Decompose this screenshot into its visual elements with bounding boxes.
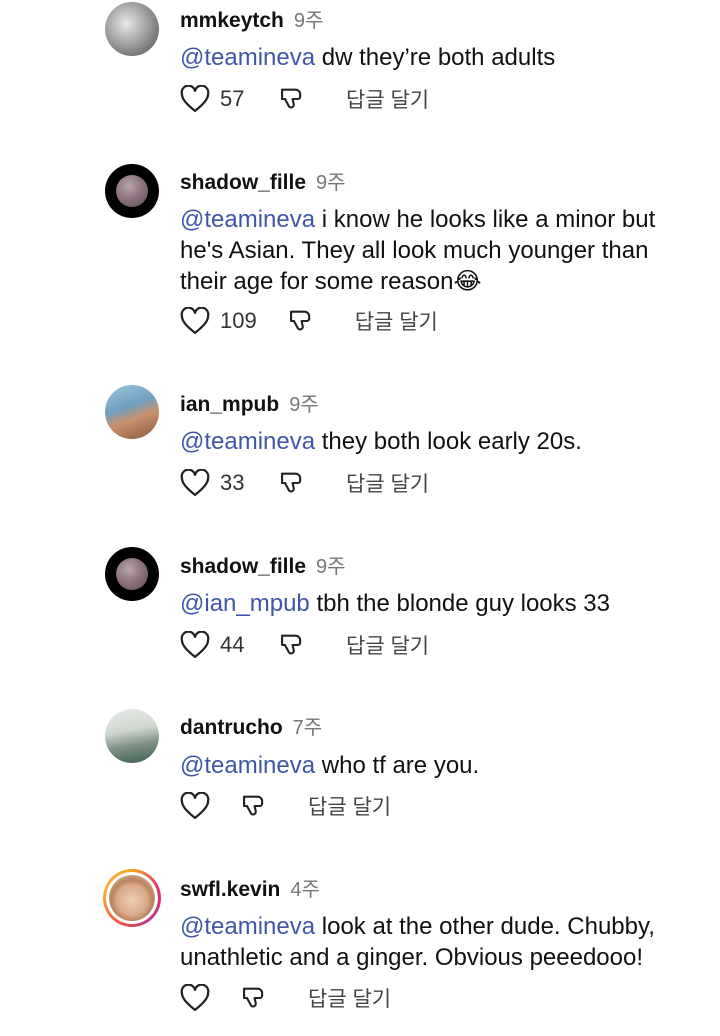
thumbs-down-icon[interactable] [240,983,268,1013]
reply-button[interactable]: 답글 달기 [346,630,429,660]
comment-text: @teamineva i know he looks like a minor … [180,204,700,297]
mention-link[interactable]: @teamineva [180,428,315,455]
comment-actions: 57 답글 달기 [180,82,429,116]
avatar[interactable] [105,385,159,439]
reply-button[interactable]: 답글 달기 [308,983,391,1013]
mention-link[interactable]: @teamineva [180,44,315,71]
comment-age: 9주 [293,10,324,32]
comment-text: @teamineva dw they’re both adults [180,42,700,73]
comment-age: 4주 [290,879,320,901]
thumbs-down-icon[interactable] [240,791,268,821]
comment-actions: 답글 달기 [180,981,391,1015]
comment-text: @teamineva they both look early 20s. [180,426,700,457]
comment-body: they both look early 20s. [315,428,582,455]
reply-button[interactable]: 답글 달기 [355,306,438,336]
comment-actions: 44 답글 달기 [180,628,429,662]
mention-link[interactable]: @ian_mpub [180,590,310,617]
reply-button[interactable]: 답글 달기 [346,468,429,498]
comment-age: 9주 [289,394,319,416]
avatar[interactable] [105,709,159,763]
comment-age: 9주 [316,172,346,194]
username[interactable]: mmkeytch [180,9,284,32]
heart-icon[interactable] [180,469,210,497]
avatar[interactable] [105,164,159,218]
username[interactable]: ian_mpub [180,393,279,416]
comment-body: dw they’re both adults [315,44,556,71]
username[interactable]: dantrucho [180,716,283,739]
thumbs-down-icon[interactable] [278,468,306,498]
comment-age: 7주 [292,717,323,739]
avatar-story-ring[interactable] [103,869,161,927]
mention-link[interactable]: @teamineva [180,913,315,940]
comment-actions: 33 답글 달기 [180,466,429,500]
comment-body: who tf are you. [315,752,480,779]
like-count: 109 [220,308,257,333]
comment-text: @teamineva look at the other dude. Chubb… [180,911,700,973]
thumbs-down-icon[interactable] [278,630,306,660]
username[interactable]: shadow_fille [180,171,306,194]
avatar [109,875,155,921]
heart-icon[interactable] [180,631,210,659]
reply-button[interactable]: 답글 달기 [308,791,391,821]
heart-icon[interactable] [180,307,210,335]
like-count: 44 [220,632,245,657]
heart-icon[interactable] [180,792,210,820]
avatar[interactable] [105,547,159,601]
comment-body: tbh the blonde guy looks 33 [309,590,611,617]
comment-text: @ian_mpub tbh the blonde guy looks 33 [180,588,700,619]
mention-link[interactable]: @teamineva [180,752,315,779]
comment-age: 9주 [316,556,346,578]
like-count: 33 [220,470,245,495]
heart-icon[interactable] [180,984,210,1012]
thumbs-down-icon[interactable] [278,84,306,114]
reply-button[interactable]: 답글 달기 [346,84,429,114]
comment-actions: 답글 달기 [180,789,391,823]
comment-text: @teamineva who tf are you. [180,750,700,781]
thumbs-down-icon[interactable] [287,306,315,336]
username[interactable]: swfl.kevin [180,878,280,901]
comment-actions: 109 답글 달기 [180,304,438,338]
avatar[interactable] [105,2,159,56]
heart-icon[interactable] [180,85,210,113]
like-count: 57 [220,86,245,111]
mention-link[interactable]: @teamineva [180,206,315,233]
username[interactable]: shadow_fille [180,555,306,578]
